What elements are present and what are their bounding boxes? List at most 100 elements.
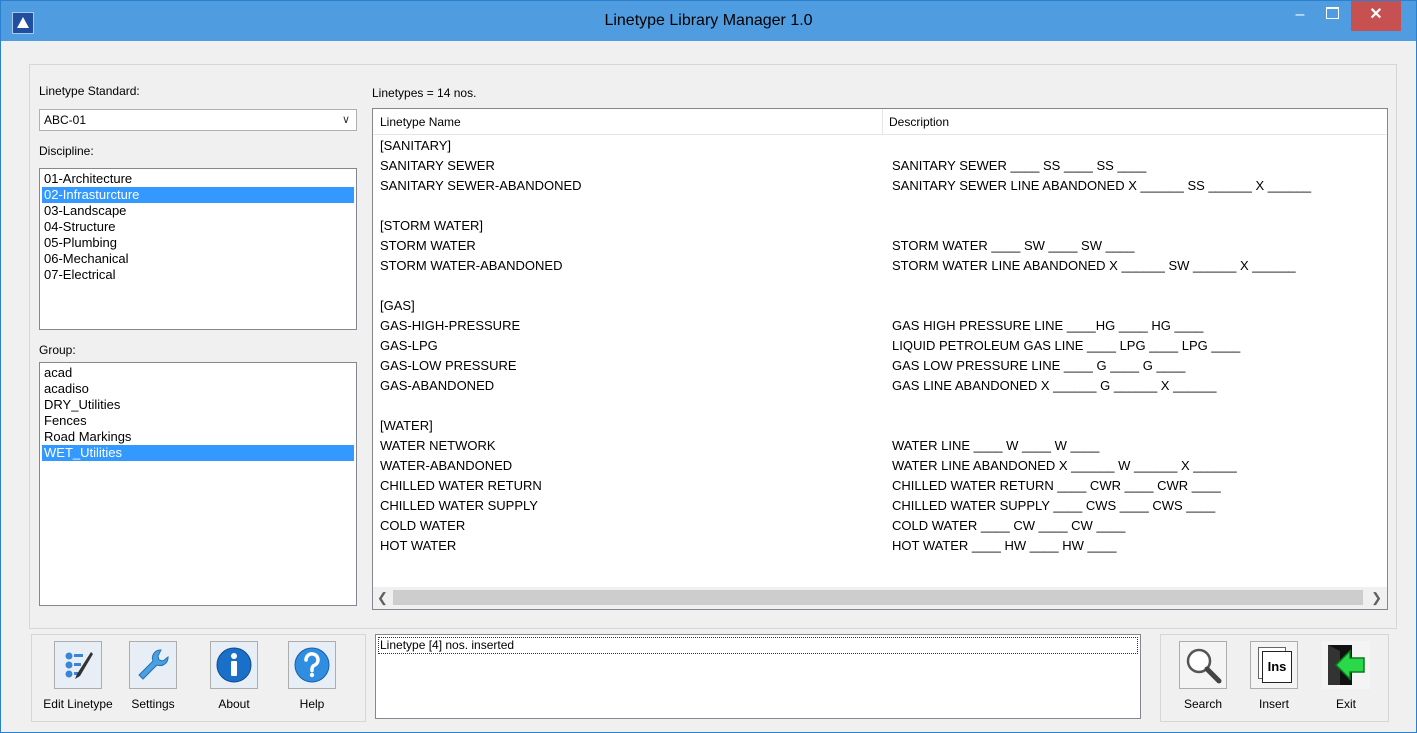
group-list-item[interactable]: Road Markings [42,429,354,445]
group-list-item[interactable]: Fences [42,413,354,429]
discipline-list-item[interactable]: 06-Mechanical [42,251,354,267]
linetype-description-cell: STORM WATER ____ SW ____ SW ____ [892,238,1135,253]
table-row[interactable]: GAS-LOW PRESSURE GAS LOW PRESSURE LINE __… [373,356,1387,376]
exit-door-icon [1322,641,1370,689]
linetype-name-cell: COLD WATER [380,518,466,533]
table-row[interactable] [373,196,1387,216]
table-row[interactable]: SANITARY SEWER-ABANDONED SANITARY SEWER L… [373,176,1387,196]
horizontal-scrollbar[interactable]: ❮ ❯ [373,587,1387,609]
window-title: Linetype Library Manager 1.0 [604,12,813,29]
linetype-name-cell: GAS-ABANDONED [380,378,495,393]
discipline-list[interactable]: 01-Architecture 02-Infrasturcture 03-Lands… [39,168,357,330]
linetype-description-cell: CHILLED WATER RETURN ____ CWR ____ CWR _… [892,478,1221,493]
discipline-list-item[interactable]: 01-Architecture [42,171,354,187]
linetype-name-cell: STORM WATER-ABANDONED [380,258,563,273]
column-header-linetype-name[interactable]: Linetype Name [380,115,461,129]
scroll-left-icon[interactable]: ❮ [377,590,388,606]
linetype-name-cell: WATER NETWORK [380,438,496,453]
help-icon [288,641,336,689]
help-label: Help [299,697,325,711]
linetype-name-cell: GAS-HIGH-PRESSURE [380,318,521,333]
linetype-description-cell: WATER LINE ____ W ____ W ____ [892,438,1100,453]
discipline-label: Discipline: [39,144,94,158]
linetypes-count: Linetypes = 14 nos. [372,86,477,100]
linetype-name-cell: GAS-LOW PRESSURE [380,358,517,373]
table-row[interactable]: GAS-HIGH-PRESSURE GAS HIGH PRESSURE LINE … [373,316,1387,336]
linetype-grid[interactable]: Linetype Name Description [SANITARY] SANI… [372,108,1388,610]
about-label: About [218,697,250,711]
table-row[interactable]: SANITARY SEWER SANITARY SEWER ____ SS ___… [373,156,1387,176]
about-button[interactable]: About [194,641,274,711]
status-output[interactable]: Linetype [4] nos. inserted [375,634,1141,719]
table-row[interactable]: WATER NETWORK WATER LINE ____ W ____ W __… [373,436,1387,456]
scroll-right-icon[interactable]: ❯ [1371,590,1382,606]
maximize-button[interactable] [1316,1,1348,31]
scrollbar-thumb[interactable] [393,590,1363,605]
discipline-list-item[interactable]: 07-Electrical [42,267,354,283]
group-label: Group: [39,343,76,357]
edit-linetype-label: Edit Linetype [43,697,113,711]
close-button[interactable]: ✕ [1351,1,1401,31]
table-row[interactable]: WATER-ABANDONED WATER LINE ABANDONED X __… [373,456,1387,476]
discipline-list-item[interactable]: 04-Structure [42,219,354,235]
linetype-description-cell: LIQUID PETROLEUM GAS LINE ____ LPG ____ … [892,338,1241,353]
table-row[interactable]: HOT WATER HOT WATER ____ HW ____ HW ____ [373,536,1387,556]
linetype-name-cell: SANITARY SEWER-ABANDONED [380,178,582,193]
table-row[interactable] [373,276,1387,296]
search-label: Search [1183,697,1223,711]
table-row[interactable] [373,396,1387,416]
table-row[interactable]: CHILLED WATER RETURN CHILLED WATER RETURN… [373,476,1387,496]
group-list-item[interactable]: WET_Utilities [42,445,354,461]
linetype-name-cell: STORM WATER [380,238,476,253]
settings-button[interactable]: Settings [113,641,193,711]
group-list-item[interactable]: acadiso [42,381,354,397]
wrench-icon [129,641,177,689]
linetype-name-cell: GAS-LPG [380,338,438,353]
linetype-standard-dropdown[interactable]: ABC-01 ∨ [39,109,357,131]
group-list[interactable]: acad acadiso DRY_Utilities Fences Road Marki… [39,362,357,606]
settings-label: Settings [131,697,175,711]
grid-rows: [SANITARY] SANITARY SEWER SANITARY SEWER _… [373,136,1387,556]
maximize-icon [1325,7,1339,20]
linetype-description-cell: GAS LOW PRESSURE LINE ____ G ____ G ____ [892,358,1186,373]
table-row[interactable]: COLD WATER COLD WATER ____ CW ____ CW ___… [373,516,1387,536]
insert-icon: Ins [1250,641,1298,689]
table-row[interactable]: [WATER] [373,416,1387,436]
exit-button[interactable]: Exit [1313,641,1379,711]
linetype-name-cell: [SANITARY] [380,138,452,153]
table-row[interactable]: GAS-LPG LIQUID PETROLEUM GAS LINE ____ LP… [373,336,1387,356]
linetype-name-cell: HOT WATER [380,538,457,553]
insert-button[interactable]: Ins Insert [1241,641,1307,711]
linetype-description-cell: WATER LINE ABANDONED X ______ W ______ X… [892,458,1237,473]
chevron-down-icon: ∨ [341,114,350,126]
app-window: Linetype Library Manager 1.0 – ✕ Linetyp… [0,0,1417,733]
table-row[interactable]: GAS-ABANDONED GAS LINE ABANDONED X ______… [373,376,1387,396]
grid-header: Linetype Name Description [373,109,1387,135]
group-list-item[interactable]: acad [42,365,354,381]
linetype-description-cell: SANITARY SEWER ____ SS ____ SS ____ [892,158,1147,173]
insert-label: Insert [1258,697,1289,711]
table-row[interactable]: [GAS] [373,296,1387,316]
group-list-item[interactable]: DRY_Utilities [42,397,354,413]
discipline-list-item[interactable]: 05-Plumbing [42,235,354,251]
discipline-list-item[interactable]: 02-Infrasturcture [42,187,354,203]
table-row[interactable]: [STORM WATER] [373,216,1387,236]
discipline-list-item[interactable]: 03-Landscape [42,203,354,219]
search-button[interactable]: Search [1169,641,1237,711]
linetype-description-cell: GAS LINE ABANDONED X ______ G ______ X _… [892,378,1217,393]
column-header-description[interactable]: Description [889,115,949,129]
linetype-name-cell: CHILLED WATER SUPPLY [380,498,538,513]
table-row[interactable]: STORM WATER-ABANDONED STORM WATER LINE AB… [373,256,1387,276]
table-row[interactable]: STORM WATER STORM WATER ____ SW ____ SW _… [373,236,1387,256]
linetype-description-cell: COLD WATER ____ CW ____ CW ____ [892,518,1126,533]
minimize-button[interactable]: – [1284,1,1316,31]
linetype-name-cell: CHILLED WATER RETURN [380,478,542,493]
linetype-name-cell: [GAS] [380,298,415,313]
table-row[interactable]: [SANITARY] [373,136,1387,156]
table-row[interactable]: CHILLED WATER SUPPLY CHILLED WATER SUPPLY… [373,496,1387,516]
help-button[interactable]: Help [273,641,351,711]
ins-text-icon: Ins [1262,651,1292,683]
edit-linetype-button[interactable]: Edit Linetype [37,641,119,711]
linetype-description-cell: SANITARY SEWER LINE ABANDONED X ______ S… [892,178,1312,193]
magnifier-icon [1179,641,1227,689]
